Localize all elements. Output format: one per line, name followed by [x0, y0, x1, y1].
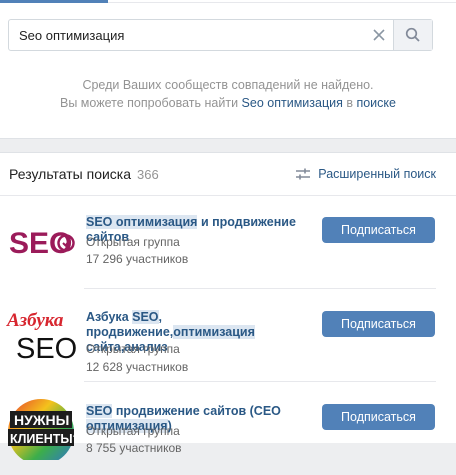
query-link[interactable]: Seo оптимизация — [242, 96, 343, 110]
hint-prefix: Вы можете попробовать найти — [60, 96, 242, 110]
azbuka-logo-top: Азбука — [6, 310, 64, 331]
results-header: Результаты поиска 366 Расширенный поиск — [0, 153, 456, 196]
name-highlight: оптимизация — [173, 325, 255, 339]
no-results-text: Среди Ваших сообществ совпадений не найд… — [82, 78, 374, 92]
group-members: 8 755 участников — [86, 441, 182, 455]
search-icon — [405, 27, 420, 42]
clear-icon[interactable] — [371, 27, 387, 43]
group-members: 17 296 участников — [86, 252, 189, 266]
name-part: Азбука — [86, 310, 133, 324]
subscribe-button[interactable]: Подписаться — [322, 217, 435, 243]
name-part: продвижение сайтов (СЕО — [112, 404, 281, 418]
group-members: 12 628 участников — [86, 360, 189, 374]
search-input[interactable] — [9, 20, 394, 50]
nuzhny-logo-bottom: КЛИЕНТЫ? — [10, 432, 76, 446]
community-search-panel: Среди Ваших сообществ совпадений не найд… — [0, 0, 456, 139]
tabs-divider — [108, 2, 456, 3]
global-search-link[interactable]: поиске — [356, 96, 396, 110]
name-highlight: SEO оптимизация — [86, 215, 198, 229]
search-box — [8, 19, 433, 51]
azbuka-logo-bottom: SEO — [16, 333, 76, 365]
search-button[interactable] — [393, 20, 432, 50]
subscribe-button[interactable]: Подписаться — [322, 311, 435, 337]
group-type: Открытая группа — [86, 342, 180, 356]
group-type: Открытая группа — [86, 235, 180, 249]
results-title-text: Результаты поиска — [9, 166, 132, 182]
no-results-hint: Вы можете попробовать найти Seo оптимиза… — [0, 96, 456, 110]
results-count: 366 — [137, 167, 159, 182]
name-highlight: SEO — [132, 310, 159, 324]
group-logo[interactable]: SEO — [6, 207, 76, 271]
advanced-search-link[interactable]: Расширенный поиск — [296, 167, 436, 181]
group-logo[interactable]: Азбука SEO — [6, 302, 77, 366]
group-logo[interactable]: НУЖНЫ КЛИЕНТЫ? — [6, 396, 76, 460]
hint-mid: в — [342, 96, 357, 110]
active-tab-indicator — [0, 0, 108, 3]
search-results-panel: Результаты поиска 366 Расширенный поиск S… — [0, 152, 456, 460]
group-result: НУЖНЫ КЛИЕНТЫ? SEO продвижение сайтов (С… — [0, 382, 456, 475]
group-result: SEO SEO оптимизация и продвижение сайтов… — [0, 196, 456, 289]
group-result: Азбука SEO Азбука SEO, продвижение,оптим… — [0, 289, 456, 382]
group-type: Открытая группа — [86, 424, 180, 438]
subscribe-button[interactable]: Подписаться — [322, 404, 435, 430]
filter-sliders-icon — [296, 168, 311, 180]
name-highlight: SEO — [86, 404, 113, 418]
advanced-search-label: Расширенный поиск — [318, 167, 436, 181]
results-title: Результаты поиска 366 — [9, 166, 159, 182]
nuzhny-logo-top: НУЖНЫ — [14, 412, 69, 428]
